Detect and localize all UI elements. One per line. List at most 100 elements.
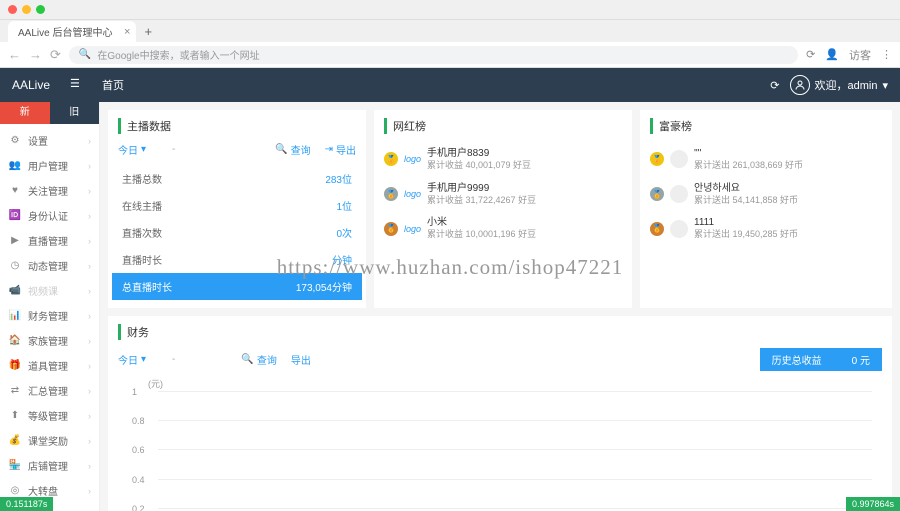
sidebar-item-4[interactable]: ▶直播管理›: [0, 228, 99, 253]
finance-chart: (元) 10.80.60.40.20 充值总额支付宝微信苹果支付: [118, 377, 882, 511]
panel-title-finance: 财务: [118, 324, 882, 340]
url-input[interactable]: 🔍 在Google中搜索，或者输入一个网址: [69, 46, 798, 64]
sidebar-icon: ⚙: [8, 135, 22, 146]
avatar: [670, 150, 688, 168]
rank-item: 🏅logo小米累计收益 10,0001,196 好豆: [384, 211, 622, 246]
chevron-right-icon: ›: [88, 361, 91, 371]
sidebar-item-11[interactable]: ⬆等级管理›: [0, 403, 99, 428]
stat-row: 直播次数0次: [118, 219, 356, 246]
nav-home[interactable]: 首页: [102, 77, 124, 93]
chevron-right-icon: ›: [88, 261, 91, 271]
sidebar-icon: 🆔: [8, 210, 22, 221]
chevron-right-icon: ›: [88, 311, 91, 321]
finance-export-button[interactable]: 导出: [291, 352, 311, 367]
chevron-right-icon: ›: [88, 136, 91, 146]
sidebar-item-0[interactable]: ⚙设置›: [0, 128, 99, 153]
sidebar-item-8[interactable]: 🏠家族管理›: [0, 328, 99, 353]
avatar-icon: [790, 75, 810, 95]
sidebar-tab-new[interactable]: 新: [0, 102, 50, 124]
stat-row: 总直播时长173,054分钟: [112, 273, 362, 300]
stat-row: 直播时长分钟: [118, 246, 356, 273]
sidebar-item-7[interactable]: 📊财务管理›: [0, 303, 99, 328]
panel-title-rich: 富豪榜: [650, 118, 882, 134]
sidebar-icon: ♥: [8, 185, 22, 196]
tab-title: AALive 后台管理中心: [18, 24, 112, 39]
menu-toggle-icon[interactable]: ☰: [70, 77, 90, 93]
chevron-right-icon: ›: [88, 236, 91, 246]
perf-badge-right: 0.997864s: [846, 497, 900, 511]
chevron-right-icon: ›: [88, 211, 91, 221]
minimize-window[interactable]: [22, 5, 31, 14]
medal-icon: 🏅: [384, 187, 398, 201]
sidebar-item-2[interactable]: ♥关注管理›: [0, 178, 99, 203]
logo-badge: logo: [404, 224, 421, 234]
sidebar-item-9[interactable]: 🎁道具管理›: [0, 353, 99, 378]
sidebar-item-13[interactable]: 🏪店铺管理›: [0, 453, 99, 478]
sidebar-icon: 🏪: [8, 460, 22, 471]
rank-item: 🏅안녕하세요累计送出 54,141,858 好币: [650, 177, 882, 212]
history-total-button[interactable]: 历史总收益0 元: [760, 348, 882, 371]
refresh-icon[interactable]: ⟳: [770, 79, 779, 92]
chevron-right-icon: ›: [88, 486, 91, 496]
date-dropdown[interactable]: 今日 ▾: [118, 142, 146, 157]
finance-date-dropdown[interactable]: 今日 ▾: [118, 352, 146, 367]
medal-icon: 🏅: [650, 187, 664, 201]
close-window[interactable]: [8, 5, 17, 14]
reload-icon-right[interactable]: ⟳: [806, 48, 815, 61]
sidebar-item-12[interactable]: 💰课堂奖励›: [0, 428, 99, 453]
medal-icon: 🏅: [650, 222, 664, 236]
logo-badge: logo: [404, 189, 421, 199]
avatar: [670, 220, 688, 238]
chevron-right-icon: ›: [88, 461, 91, 471]
medal-icon: 🏅: [384, 152, 398, 166]
panel-title-anchor: 主播数据: [118, 118, 356, 134]
sidebar-item-6[interactable]: 📹视频课›: [0, 278, 99, 303]
perf-badge-left: 0.151187s: [0, 497, 53, 511]
back-icon[interactable]: ←: [8, 47, 21, 63]
chevron-right-icon: ›: [88, 411, 91, 421]
sidebar-icon: ▶: [8, 235, 22, 246]
sidebar-item-1[interactable]: 👥用户管理›: [0, 153, 99, 178]
visitor-label: 访客: [849, 47, 871, 63]
user-menu[interactable]: 欢迎，admin ▾: [790, 75, 889, 95]
close-tab-icon[interactable]: ×: [124, 26, 130, 38]
sidebar-icon: ◎: [8, 485, 22, 496]
sidebar-icon: 👥: [8, 160, 22, 171]
avatar: [670, 185, 688, 203]
chevron-down-icon: ▾: [882, 79, 888, 92]
panel-title-influencer: 网红榜: [384, 118, 622, 134]
forward-icon[interactable]: →: [29, 47, 42, 63]
browser-tab[interactable]: AALive 后台管理中心 ×: [8, 21, 136, 42]
export-button[interactable]: ⇥ 导出: [325, 142, 356, 157]
chevron-right-icon: ›: [88, 386, 91, 396]
chevron-right-icon: ›: [88, 336, 91, 346]
chevron-right-icon: ›: [88, 286, 91, 296]
sidebar-item-3[interactable]: 🆔身份认证›: [0, 203, 99, 228]
sidebar-item-10[interactable]: ⇄汇总管理›: [0, 378, 99, 403]
maximize-window[interactable]: [36, 5, 45, 14]
chevron-right-icon: ›: [88, 186, 91, 196]
stat-row: 主播总数283位: [118, 165, 356, 192]
browser-menu-icon[interactable]: ⋮: [881, 48, 892, 61]
url-placeholder: 在Google中搜索，或者输入一个网址: [97, 47, 259, 62]
sidebar-icon: ⇄: [8, 385, 22, 396]
sidebar-icon: ◷: [8, 260, 22, 271]
rank-item: 🏅logo手机用户8839累计收益 40,001,079 好豆: [384, 142, 622, 177]
sidebar-icon: 💰: [8, 435, 22, 446]
finance-search-button[interactable]: 🔍 查询: [241, 352, 276, 367]
chevron-right-icon: ›: [88, 161, 91, 171]
visitor-icon: 👤: [825, 48, 839, 61]
chevron-right-icon: ›: [88, 436, 91, 446]
sidebar-item-5[interactable]: ◷动态管理›: [0, 253, 99, 278]
search-button[interactable]: 🔍 查询: [275, 142, 310, 157]
sidebar-icon: ⬆: [8, 410, 22, 421]
medal-icon: 🏅: [384, 222, 398, 236]
stat-row: 在线主播1位: [118, 192, 356, 219]
rank-item: 🏅logo手机用户9999累计收益 31,722,4267 好豆: [384, 177, 622, 212]
rank-item: 🏅1111累计送出 19,450,285 好币: [650, 211, 882, 246]
medal-icon: 🏅: [650, 152, 664, 166]
sidebar-icon: 🏠: [8, 335, 22, 346]
add-tab-button[interactable]: +: [136, 21, 160, 42]
reload-icon[interactable]: ⟳: [50, 47, 61, 63]
sidebar-tab-old[interactable]: 旧: [50, 102, 100, 124]
